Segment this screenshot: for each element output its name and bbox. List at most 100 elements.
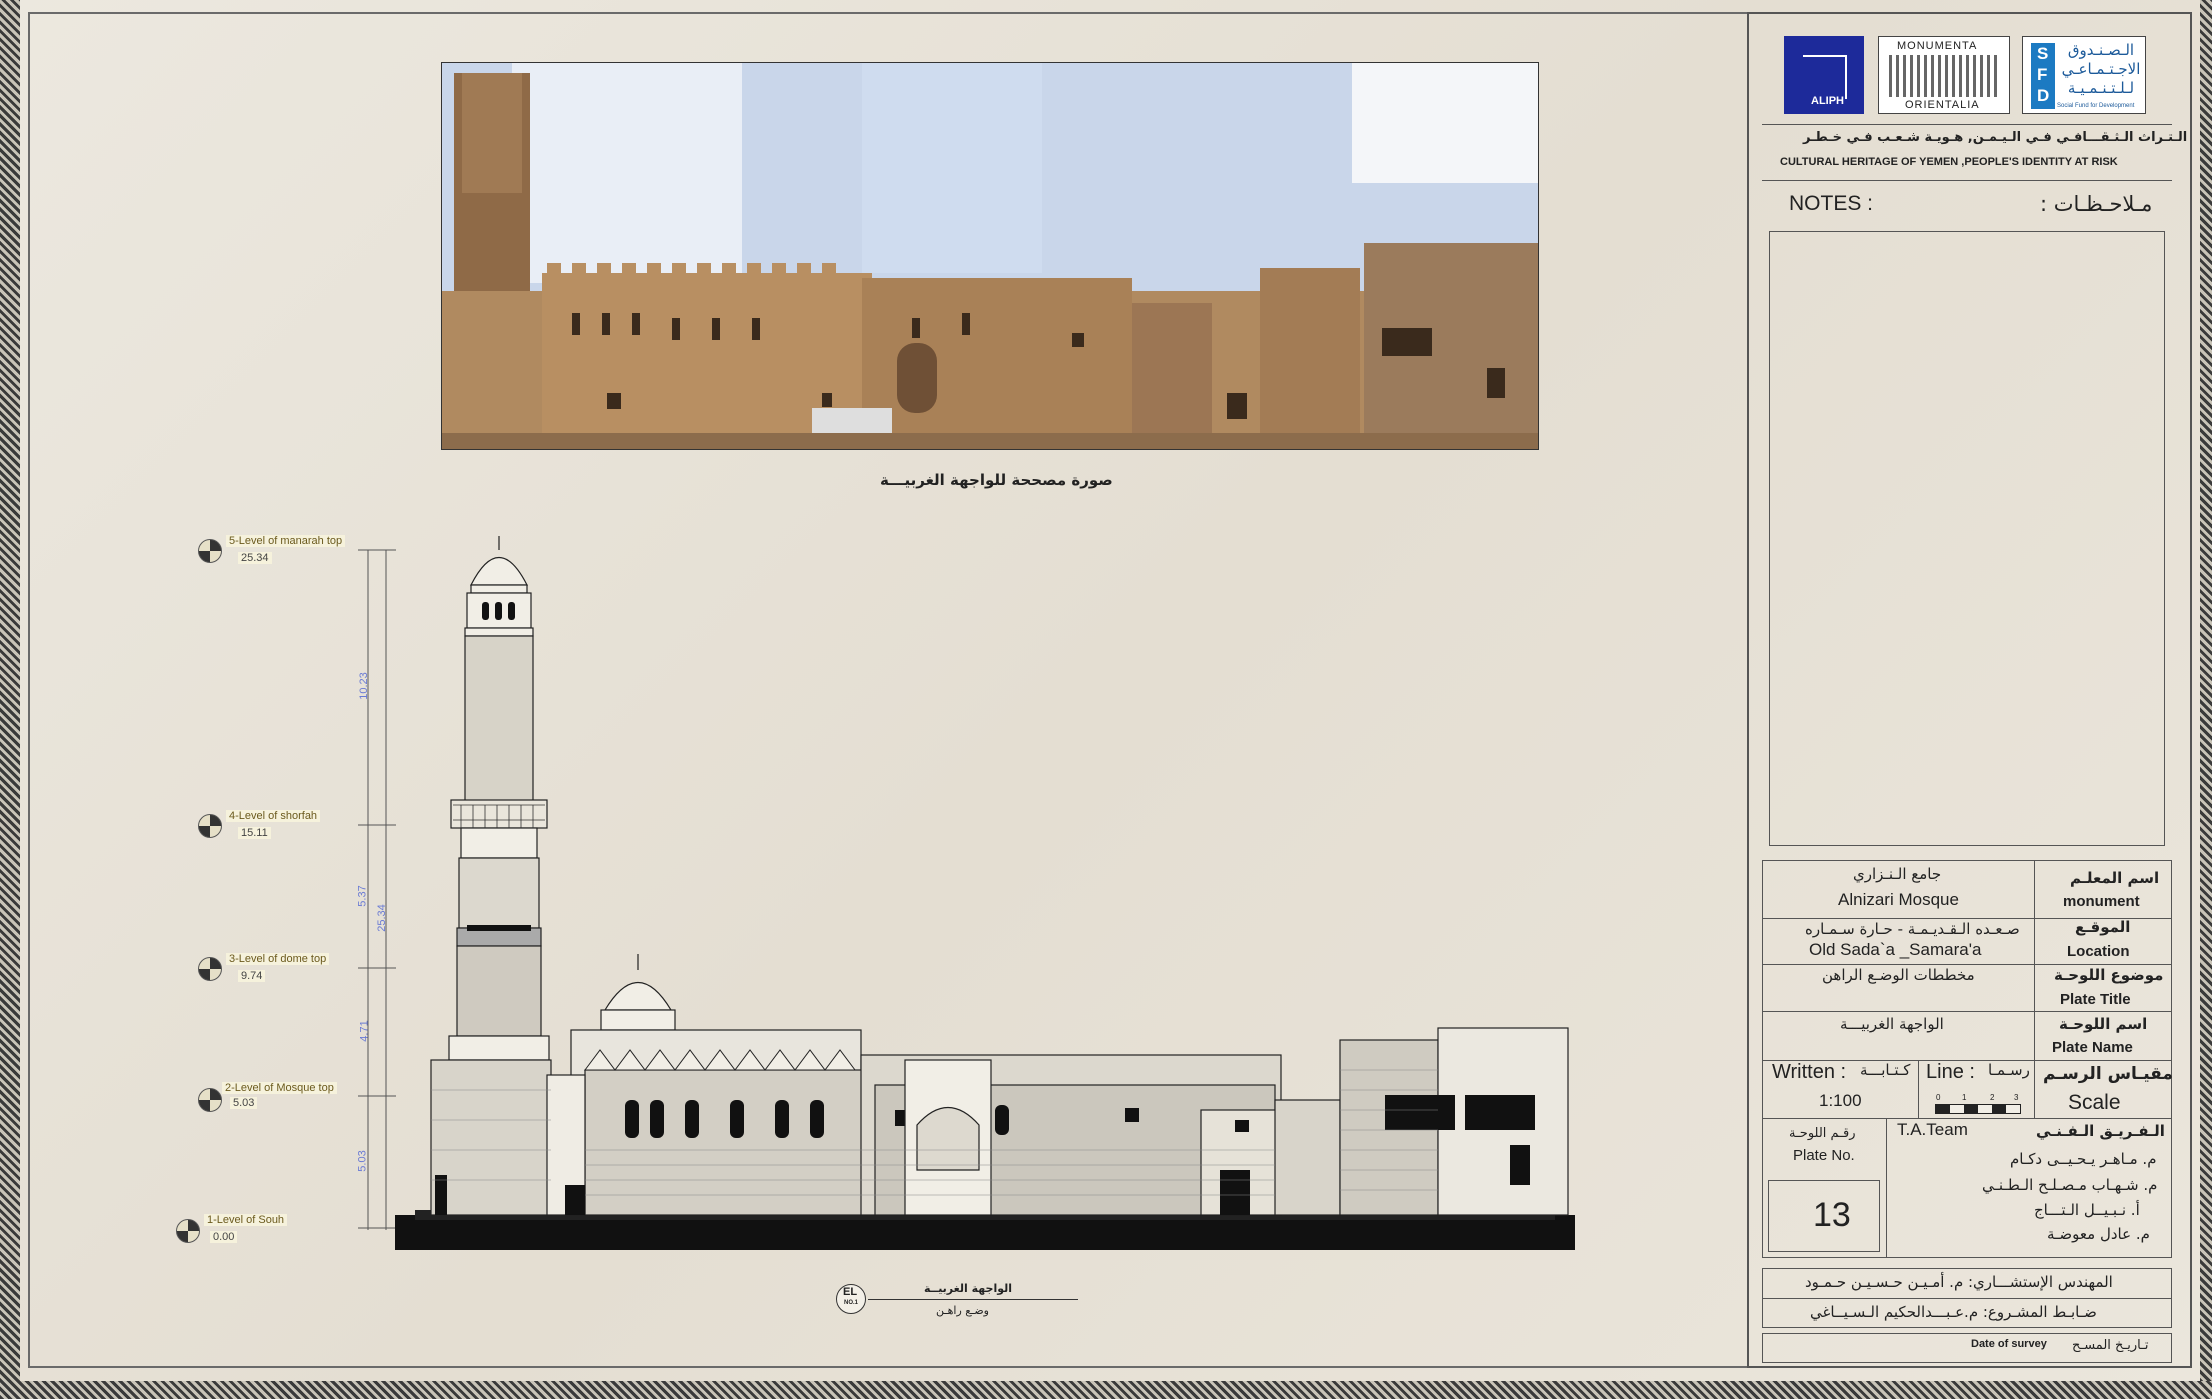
aliph-logo: ALIPH xyxy=(1784,36,1864,114)
team-member-1: م. مـاهـر يـحـيــى دكـام xyxy=(2010,1150,2157,1168)
team-label-ar: الـفـريـق الـفـنـي xyxy=(2036,1122,2165,1140)
monumenta-logo-figures xyxy=(1889,55,1999,97)
notes-header-rule-top xyxy=(1762,180,2172,181)
scale-bar-tick-3: 3 xyxy=(2014,1093,2019,1102)
elevation-tag-subtitle: وضـع راهـن xyxy=(936,1304,989,1317)
info-row-line-5 xyxy=(1762,1118,2172,1119)
info-divider-vertical xyxy=(2034,860,2035,1118)
border-left xyxy=(0,0,20,1399)
notes-label-ar: مـلاحـظـات : xyxy=(2040,192,2153,216)
plate-box-divider xyxy=(1886,1118,1887,1258)
level-2-symbol xyxy=(198,1088,222,1112)
scale-bar xyxy=(1935,1104,2021,1114)
level-1-symbol xyxy=(176,1219,200,1243)
monument-label-ar: اسم المعلـم xyxy=(2070,869,2160,887)
plate-name-value-ar: الواجهة الغربيـــة xyxy=(1840,1015,1944,1033)
location-label-en: Location xyxy=(2067,943,2130,960)
consultant-divider xyxy=(1762,1298,2172,1299)
info-row-line-2 xyxy=(1762,964,2172,965)
survey-label-ar: تـاريـخ المسـح xyxy=(2072,1338,2149,1353)
aliph-logo-square xyxy=(1803,55,1847,99)
elevation-tag-title: الواجهة الغربيــة xyxy=(924,1282,1013,1295)
scale-written-ar: كـتـابـــة xyxy=(1860,1061,1911,1079)
level-4-value: 15.11 xyxy=(238,827,271,839)
dim-total: 25.34 xyxy=(375,904,388,932)
level-3-value: 9.74 xyxy=(238,970,266,982)
monument-value-ar: جامع الـنـزاري xyxy=(1853,865,1942,883)
level-5-value: 25.34 xyxy=(238,552,272,564)
team-member-4: م. عادل معوضـة xyxy=(2047,1225,2150,1243)
level-1-value: 0.00 xyxy=(210,1231,238,1243)
scale-line-ar: رسـمـا xyxy=(1988,1061,2030,1079)
dimension-lines xyxy=(358,549,396,1230)
monumenta-logo-top: MONUMENTA xyxy=(1897,40,1978,52)
team-member-2: م. شـهـاب مـصـلـح الـطـنـي xyxy=(1982,1176,2158,1194)
plate-name-label-en: Plate Name xyxy=(2052,1039,2133,1056)
corrected-photo xyxy=(441,62,1539,450)
survey-label-en: Date of survey xyxy=(1971,1338,2047,1350)
notes-label-en: NOTES : xyxy=(1789,192,1874,215)
photo-caption: صورة مصححة للواجهة الغربيـــة xyxy=(880,471,1113,489)
team-label-en: T.A.Team xyxy=(1897,1120,1968,1139)
level-3-symbol xyxy=(198,957,222,981)
project-title-ar: الـتـراث الـثـقـــافـي فـي الـيـمـن, هـو… xyxy=(1803,130,2188,145)
level-1-label: 1-Level of Souh xyxy=(204,1214,288,1226)
scale-label-en: Scale xyxy=(2068,1091,2121,1114)
scale-line-en: Line : xyxy=(1926,1061,1975,1083)
plate-title-label-ar: موضوع اللوحـة xyxy=(2054,966,2164,984)
level-5-symbol xyxy=(198,539,222,563)
dim-4: 5.03 xyxy=(356,1150,369,1172)
scale-written-value: 1:100 xyxy=(1819,1091,1862,1110)
monument-value-en: Alnizari Mosque xyxy=(1838,890,1959,909)
location-value-ar: صـعـده الـقـديـمـة - حـارة سـمـاره xyxy=(1805,920,2020,938)
level-4-symbol xyxy=(198,814,222,838)
west-elevation-drawing xyxy=(395,536,1575,1250)
elevation-tag-code: EL xyxy=(843,1286,858,1298)
border-bottom xyxy=(0,1381,2212,1399)
dim-1: 10.23 xyxy=(357,672,370,700)
sfd-logo-letter-d: D xyxy=(2037,86,2050,105)
elevation-tag-number: NO.1 xyxy=(844,1300,859,1306)
plate-name-label-ar: اسم اللوحـة xyxy=(2059,1015,2148,1033)
photo-facade-illustration xyxy=(442,63,1538,449)
level-4-label: 4-Level of shorfah xyxy=(226,810,321,822)
plate-title-value-ar: مخططات الوضـع الراهن xyxy=(1822,966,1975,984)
elevation-tag: EL NO.1 الواجهة الغربيــة وضـع راهـن xyxy=(836,1282,1086,1324)
aliph-logo-text: ALIPH xyxy=(1811,95,1844,107)
scale-divider xyxy=(1918,1060,1919,1118)
info-row-line-3 xyxy=(1762,1011,2172,1012)
location-label-ar: الموقـع xyxy=(2075,918,2131,936)
plate-no-number: 13 xyxy=(1813,1196,1851,1234)
level-5-label: 5-Level of manarah top xyxy=(226,535,346,547)
drawing-sheet: صورة مصححة للواجهة الغربيـــة 5-Level of… xyxy=(0,0,2212,1399)
consultant-controller: ضـابـط المشـروع: م.عـبـــدالحكيم الـسـيـ… xyxy=(1810,1303,2097,1321)
location-value-en: Old Sada`a _Samara'a xyxy=(1809,940,1982,959)
monumenta-orientalia-logo: MONUMENTA ORIENTALIA xyxy=(1878,36,2010,114)
sfd-logo: S F D الـصـنـدوق الاجـتـمـاعـي لـلـتـنـم… xyxy=(2022,36,2146,114)
border-right xyxy=(2200,0,2212,1399)
plate-no-label-ar: رقـم اللوحـة xyxy=(1789,1126,1856,1141)
scale-bar-tick-0: 0 xyxy=(1936,1093,1941,1102)
monumenta-logo-bottom: ORIENTALIA xyxy=(1905,99,1980,111)
level-2-label: 2-Level of Mosque top xyxy=(222,1082,337,1094)
plate-title-label-en: Plate Title xyxy=(2060,991,2131,1008)
project-title-rule xyxy=(1762,124,2172,125)
sfd-logo-english: Social Fund for Development xyxy=(2057,103,2135,109)
project-title-en: CULTURAL HERITAGE OF YEMEN ,PEOPLE'S IDE… xyxy=(1780,156,2118,168)
team-member-3: أ. نـبـيــل الـتـــاج xyxy=(2034,1201,2140,1219)
dim-3: 4.71 xyxy=(358,1020,371,1042)
dim-2: 5.37 xyxy=(356,885,369,907)
consultant-engineer: المهندس الإستشـــاري: م. أمـيـن حـسـيـن … xyxy=(1805,1273,2113,1291)
scale-label-ar: مقيـاس الرسـم xyxy=(2043,1064,2173,1084)
elevation-tag-line xyxy=(868,1299,1078,1300)
sfd-logo-letter-f: F xyxy=(2037,65,2048,84)
level-2-value: 5.03 xyxy=(230,1097,258,1109)
level-3-label: 3-Level of dome top xyxy=(226,953,330,965)
scale-written-en: Written : xyxy=(1772,1061,1847,1083)
plate-no-label-en: Plate No. xyxy=(1793,1147,1855,1164)
sfd-logo-letter-s: S xyxy=(2037,44,2049,63)
sfd-logo-arabic: الـصـنـدوق الاجـتـمـاعـي لـلـتـنـمـيـة xyxy=(2061,41,2141,97)
notes-area xyxy=(1769,231,2165,846)
scale-bar-tick-1: 1 xyxy=(1962,1093,1967,1102)
scale-bar-tick-2: 2 xyxy=(1990,1093,1995,1102)
